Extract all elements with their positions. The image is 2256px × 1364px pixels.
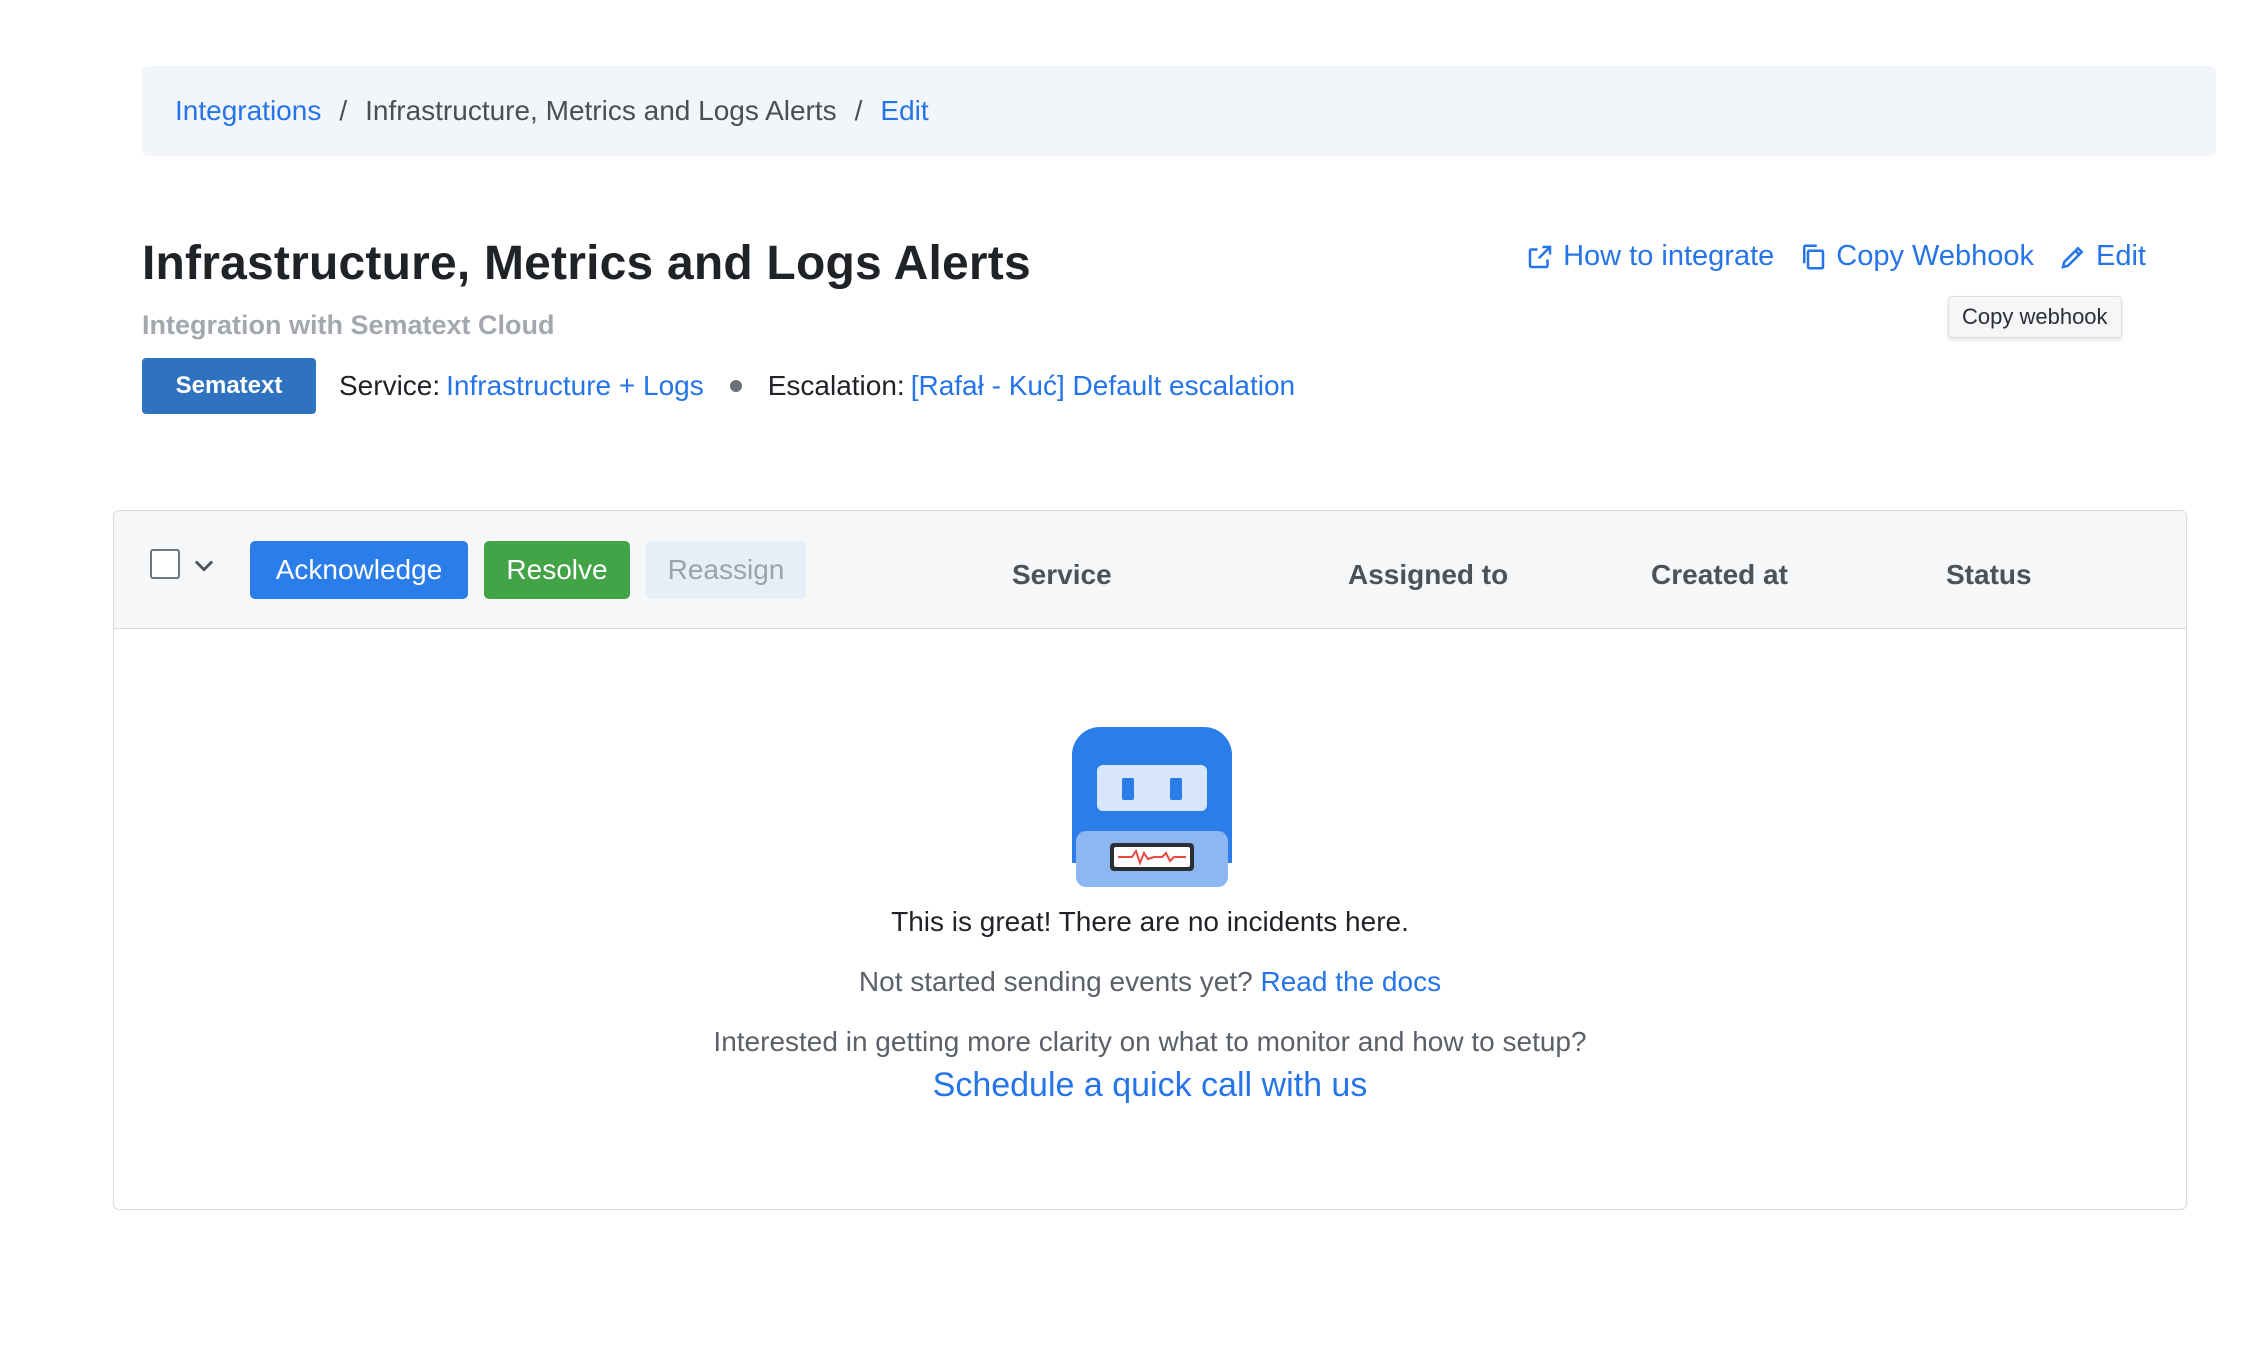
resolve-button[interactable]: Resolve xyxy=(484,541,630,599)
empty-state-title: This is great! There are no incidents he… xyxy=(891,906,1409,937)
how-to-integrate-label: How to integrate xyxy=(1563,240,1775,272)
service-label: Service: xyxy=(339,370,441,401)
incidents-table: Acknowledge Resolve Reassign Service Ass… xyxy=(113,510,2187,1210)
breadcrumb: Integrations / Infrastructure, Metrics a… xyxy=(142,66,2216,156)
page-title: Infrastructure, Metrics and Logs Alerts xyxy=(142,237,1031,290)
not-started-text: Not started sending events yet? Read the… xyxy=(114,966,2186,998)
edit-label: Edit xyxy=(2096,240,2146,272)
column-header-created-at[interactable]: Created at xyxy=(1651,559,1788,591)
separator-dot xyxy=(729,380,742,392)
chevron-down-icon[interactable] xyxy=(190,551,218,579)
service-link[interactable]: Infrastructure + Logs xyxy=(446,370,704,402)
schedule-call-link[interactable]: Schedule a quick call with us xyxy=(114,1066,2186,1105)
pencil-icon xyxy=(2061,245,2084,269)
header-actions: How to integrate Copy Webhook Edit xyxy=(1525,240,2146,273)
breadcrumb-edit-link[interactable]: Edit xyxy=(880,95,928,127)
interested-text: Interested in getting more clarity on wh… xyxy=(713,1026,1587,1057)
breadcrumb-separator: / xyxy=(339,95,348,126)
select-all-checkbox[interactable] xyxy=(150,549,180,579)
not-started-label: Not started sending events yet? xyxy=(858,966,1253,997)
integration-type-badge: Sematext xyxy=(142,358,316,414)
breadcrumb-integrations-link[interactable]: Integrations xyxy=(175,95,321,127)
escalation-link[interactable]: [Rafał - Kuć] Default escalation xyxy=(911,370,1295,402)
escalation-label: Escalation: xyxy=(767,370,905,401)
read-docs-link[interactable]: Read the docs xyxy=(1261,966,1442,997)
robot-illustration-icon xyxy=(1072,727,1232,887)
column-header-assigned-to[interactable]: Assigned to xyxy=(1348,559,1508,591)
breadcrumb-current-integration: Infrastructure, Metrics and Logs Alerts xyxy=(365,95,837,126)
copy-webhook-label: Copy Webhook xyxy=(1836,240,2035,272)
copy-webhook-tooltip: Copy webhook xyxy=(1948,296,2122,338)
column-header-status[interactable]: Status xyxy=(1946,559,2032,591)
column-header-service[interactable]: Service xyxy=(1012,559,1112,591)
external-link-icon xyxy=(1528,245,1552,268)
page-subtitle: Integration with Sematext Cloud xyxy=(142,310,555,340)
acknowledge-button[interactable]: Acknowledge xyxy=(250,541,468,599)
table-header: Acknowledge Resolve Reassign Service Ass… xyxy=(114,511,2186,629)
copy-icon xyxy=(1803,244,1825,269)
breadcrumb-separator: / xyxy=(854,95,863,126)
edit-button[interactable]: Edit xyxy=(2058,240,2146,273)
how-to-integrate-link[interactable]: How to integrate xyxy=(1525,240,1774,273)
copy-webhook-button[interactable]: Copy Webhook xyxy=(1798,240,2034,273)
reassign-button[interactable]: Reassign xyxy=(646,541,806,599)
integration-meta: Sematext Service: Infrastructure + Logs … xyxy=(142,358,1295,414)
